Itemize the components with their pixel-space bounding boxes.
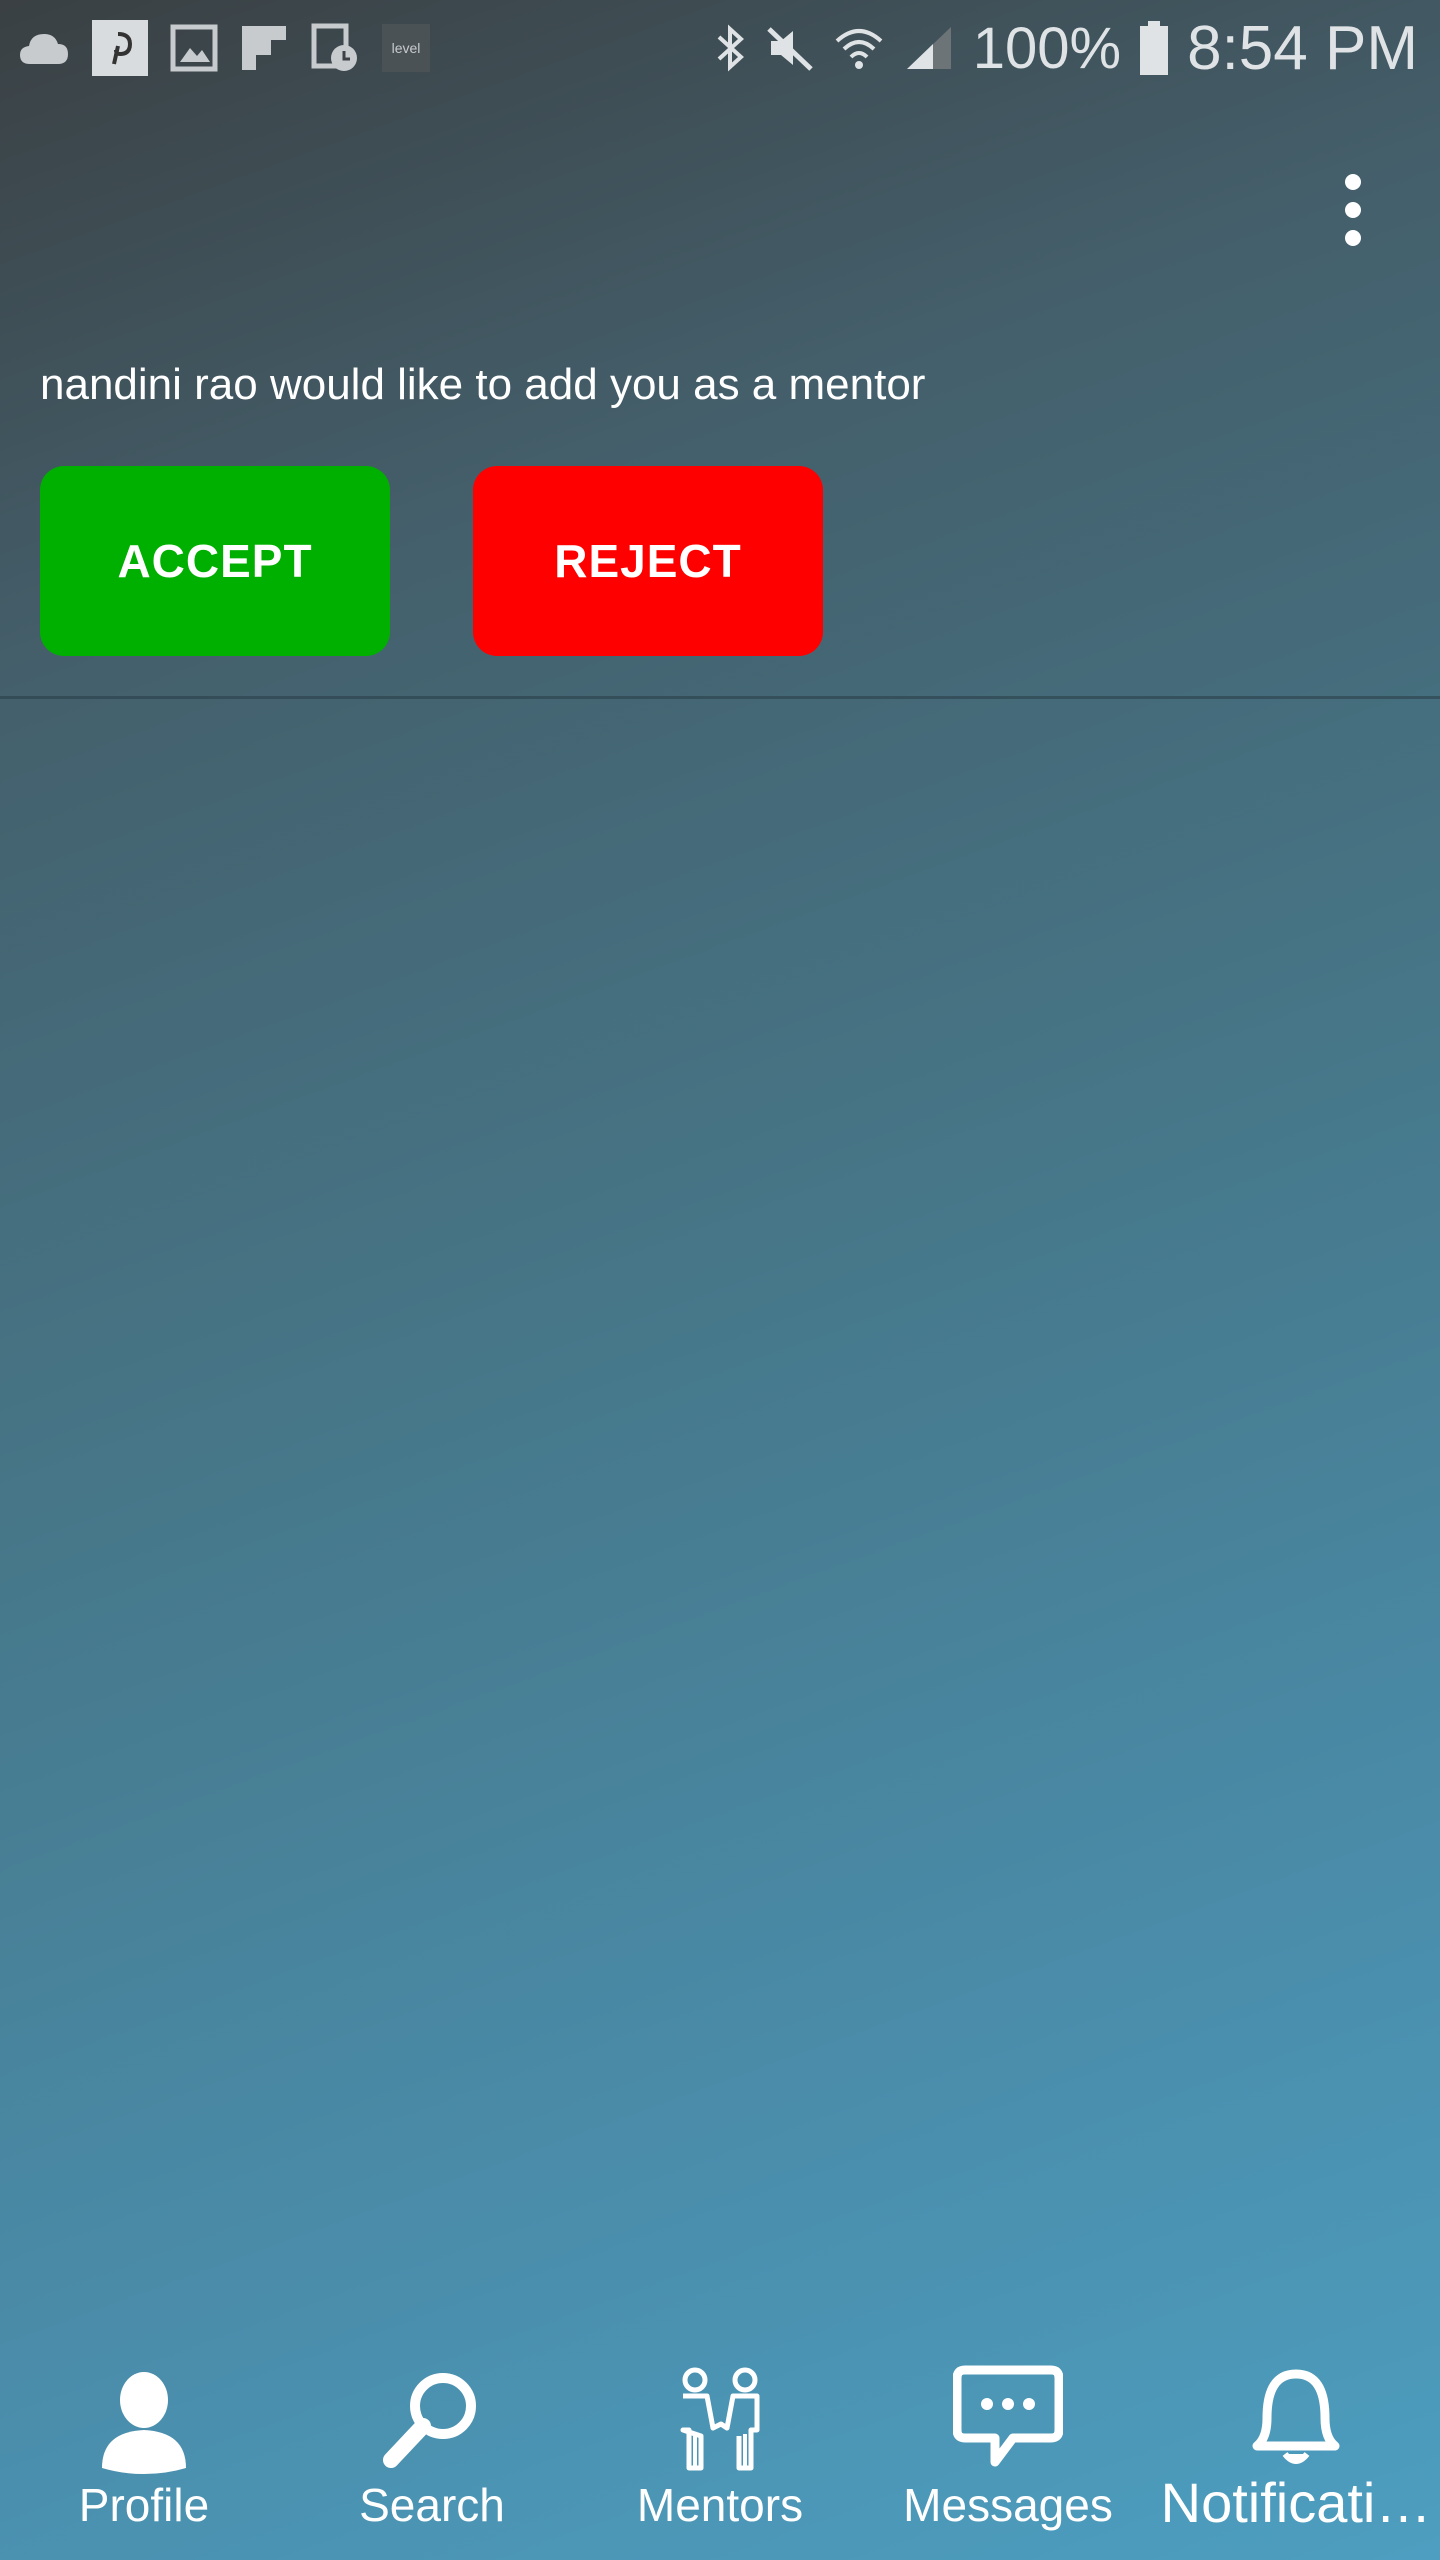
nav-messages[interactable]: Messages: [864, 2350, 1152, 2560]
chat-bubble-icon: [952, 2364, 1064, 2479]
notification-icons: level: [18, 18, 430, 78]
reject-button[interactable]: REJECT: [473, 466, 823, 656]
nav-mentors-label: Mentors: [636, 2479, 804, 2531]
cell-signal-icon: [903, 23, 955, 73]
nav-messages-label: Messages: [903, 2479, 1113, 2531]
clock: 8:54 PM: [1187, 13, 1418, 83]
status-bar: level 100% 8:54 PM: [0, 0, 1440, 96]
accept-button[interactable]: ACCEPT: [40, 466, 390, 656]
flipboard-icon: [240, 24, 288, 72]
overflow-menu-button[interactable]: [1325, 160, 1381, 260]
system-icons: 100% 8:54 PM: [715, 12, 1418, 84]
battery-percentage: 100%: [972, 15, 1122, 81]
nav-search[interactable]: Search: [288, 2350, 576, 2560]
nav-search-label: Search: [359, 2479, 505, 2531]
bell-icon: [1241, 2364, 1351, 2479]
nav-mentors[interactable]: Mentors: [576, 2350, 864, 2560]
nav-profile[interactable]: Profile: [0, 2350, 288, 2560]
cloud-icon: [18, 28, 70, 68]
battery-icon: [1139, 21, 1169, 75]
menu-dot: [1345, 174, 1361, 190]
mute-icon: [765, 23, 815, 73]
nav-notifications-label: Notificati…: [1160, 2471, 1432, 2534]
level-label: level: [391, 40, 421, 56]
nav-notifications[interactable]: Notificati…: [1152, 2350, 1440, 2560]
pinterest-icon: [92, 20, 148, 76]
level-icon: level: [382, 24, 430, 72]
mentor-request-message: nandini rao would like to add you as a m…: [40, 360, 926, 409]
search-icon: [377, 2364, 487, 2479]
menu-dot: [1345, 202, 1361, 218]
bluetooth-icon: [715, 23, 747, 73]
person-icon: [94, 2364, 194, 2479]
nav-profile-label: Profile: [78, 2479, 210, 2531]
bottom-navigation: Profile Search Mentors Messages Notifica…: [0, 2350, 1440, 2560]
wifi-icon: [833, 23, 885, 73]
calendar-clock-icon: [310, 22, 360, 74]
mentors-icon: [665, 2364, 775, 2479]
menu-dot: [1345, 230, 1361, 246]
divider: [0, 696, 1440, 699]
gallery-icon: [170, 24, 218, 72]
